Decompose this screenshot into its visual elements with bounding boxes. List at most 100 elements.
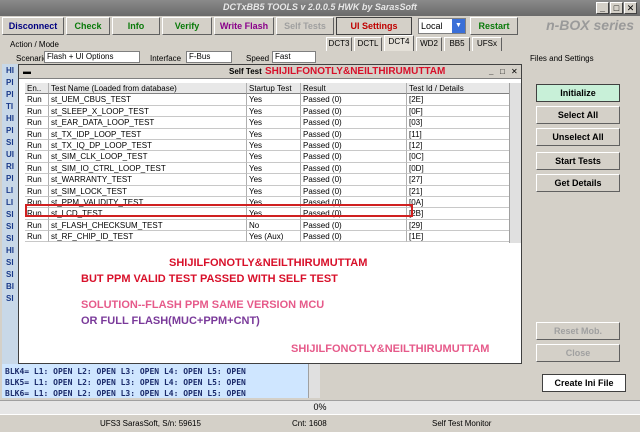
dialog-minimize-button[interactable]: _	[489, 65, 493, 78]
run-cell[interactable]: Run	[25, 105, 49, 118]
test-id-cell: [0C]	[407, 151, 519, 163]
test-id-cell: [2E]	[407, 94, 519, 106]
scenario-value: Flash + UI Options	[47, 52, 114, 61]
test-name-cell: st_TX_IQ_DP_LOOP_TEST	[49, 139, 247, 152]
start-tests-button[interactable]: Start Tests	[536, 152, 620, 170]
run-cell[interactable]: Run	[25, 162, 49, 175]
dialog-close-button[interactable]: ✕	[511, 65, 518, 78]
verify-button[interactable]: Verify	[162, 17, 212, 35]
get-details-button[interactable]: Get Details	[536, 174, 620, 192]
create-ini-file-button[interactable]: Create Ini File	[542, 374, 626, 392]
channel-label: LI	[6, 186, 14, 195]
test-name-cell: st_SIM_LOCK_TEST	[49, 185, 247, 197]
interface-select[interactable]: F-Bus	[186, 51, 232, 63]
speed-select[interactable]: Fast	[272, 51, 316, 63]
reset-mob-button[interactable]: Reset Mob.	[536, 322, 620, 340]
run-cell[interactable]: Run	[25, 219, 49, 232]
table-row[interactable]: Run st_EAR_DATA_LOOP_TEST Yes Passed (0) [03…	[25, 117, 519, 129]
status-monitor: Self Test Monitor	[432, 419, 492, 428]
column-header[interactable]: Startup Test	[247, 83, 301, 95]
table-scrollbar[interactable]	[509, 83, 521, 243]
table-row[interactable]: Run st_RF_CHIP_ID_TEST Yes (Aux) Passed (0)…	[25, 231, 519, 243]
run-cell[interactable]: Run	[25, 185, 49, 197]
dialog-menu-icon[interactable]: ▬	[23, 65, 31, 78]
column-header[interactable]: Test Name (Loaded from database)	[49, 83, 247, 95]
annotation-ppm-passed: BUT PPM VALID TEST PASSED WITH SELF TEST	[81, 273, 338, 285]
status-counter: Cnt: 1608	[292, 419, 327, 428]
initialize-button[interactable]: Initialize	[536, 84, 620, 102]
run-cell[interactable]: Run	[25, 231, 49, 243]
result-cell: Passed (0)	[301, 128, 407, 140]
table-row[interactable]: Run st_TX_IDP_LOOP_TEST Yes Passed (0) [11]	[25, 128, 519, 140]
result-cell: Passed (0)	[301, 94, 407, 106]
tab-dct3[interactable]: DCT3	[326, 37, 352, 51]
run-cell[interactable]: Run	[25, 128, 49, 140]
table-row[interactable]: Run st_SLEEP_X_LOOP_TEST Yes Passed (0) [0F]	[25, 105, 519, 118]
restart-button[interactable]: Restart	[470, 17, 518, 35]
tab-dctl[interactable]: DCTL	[354, 37, 382, 51]
tab-dct4[interactable]: DCT4	[384, 35, 414, 51]
test-name-cell: st_SIM_IO_CTRL_LOOP_TEST	[49, 162, 247, 175]
action-mode-header: Action / Mode	[10, 40, 59, 49]
column-header[interactable]: Test Id / Details	[407, 83, 519, 95]
log-line: BLK6= L1: OPEN L2: OPEN L3: OPEN L4: OPE…	[5, 389, 246, 398]
test-id-cell: [0A]	[407, 196, 519, 209]
log-line: BLK4= L1: OPEN L2: OPEN L3: OPEN L4: OPE…	[5, 367, 246, 376]
column-header[interactable]: En..	[25, 83, 49, 95]
window-title: DCTxBB5 TOOLS v 2.0.0.5 HWK by SarasSoft	[223, 2, 417, 12]
log-line: BLK5= L1: OPEN L2: OPEN L3: OPEN L4: OPE…	[5, 378, 246, 387]
result-cell: Passed (0)	[301, 231, 407, 243]
dialog-maximize-button[interactable]: □	[500, 65, 505, 78]
scenario-select[interactable]: Flash + UI Options	[44, 51, 140, 63]
result-cell: Passed (0)	[301, 151, 407, 163]
test-id-cell: [21]	[407, 185, 519, 197]
tab-ufsx[interactable]: UFSx	[472, 37, 502, 51]
table-row[interactable]: Run st_FLASH_CHECKSUM_TEST No Passed (0) [29…	[25, 219, 519, 232]
info-button[interactable]: Info	[112, 17, 160, 35]
progress-text: 0%	[313, 402, 327, 412]
test-id-cell: [0D]	[407, 162, 519, 175]
table-row[interactable]: Run st_UEM_CBUS_TEST Yes Passed (0) [2E]	[25, 94, 519, 106]
startup-cell: Yes	[247, 139, 301, 152]
minimize-button[interactable]: _	[596, 2, 609, 14]
close-button[interactable]: Close	[536, 344, 620, 362]
close-window-button[interactable]: ✕	[624, 2, 637, 14]
run-cell[interactable]: Run	[25, 94, 49, 106]
check-button[interactable]: Check	[66, 17, 110, 35]
disconnect-button[interactable]: Disconnect	[2, 17, 64, 35]
status-serial: UFS3 SarasSoft, S/n: 59615	[100, 419, 201, 428]
ui-settings-button[interactable]: UI Settings	[336, 17, 412, 35]
table-row[interactable]: Run st_TX_IQ_DP_LOOP_TEST Yes Passed (0) [12…	[25, 139, 519, 152]
channel-label: TI	[6, 102, 14, 111]
channel-label: SI	[6, 270, 14, 279]
run-cell[interactable]: Run	[25, 174, 49, 186]
maximize-button[interactable]: □	[610, 2, 623, 14]
unselect-all-button[interactable]: Unselect All	[536, 128, 620, 146]
tab-wd2[interactable]: WD2	[416, 37, 442, 51]
watermark-text: SHIJILFONOTLY&NEILTHIRUMUTTAM	[265, 66, 446, 77]
column-header[interactable]: Result	[301, 83, 407, 95]
channel-label: UI	[6, 150, 14, 159]
startup-cell: Yes	[247, 105, 301, 118]
write-flash-button[interactable]: Write Flash	[214, 17, 274, 35]
self-test-table: En.. Test Name (Loaded from database) St…	[25, 83, 519, 243]
channel-label: HI	[6, 114, 14, 123]
test-name-cell: st_UEM_CBUS_TEST	[49, 94, 247, 106]
table-row[interactable]: Run st_WARRANTY_TEST Yes Passed (0) [27]	[25, 174, 519, 186]
run-cell[interactable]: Run	[25, 139, 49, 152]
table-row[interactable]: Run st_SIM_LOCK_TEST Yes Passed (0) [21]	[25, 185, 519, 197]
table-row[interactable]: Run st_SIM_IO_CTRL_LOOP_TEST Yes Passed (0)…	[25, 162, 519, 175]
run-cell[interactable]: Run	[25, 117, 49, 129]
run-cell[interactable]: Run	[25, 151, 49, 163]
annotation-solution: SOLUTION--FLASH PPM SAME VERSION MCU	[81, 299, 325, 311]
startup-cell: Yes	[247, 94, 301, 106]
startup-cell: Yes	[247, 174, 301, 186]
log-scrollbar[interactable]	[308, 364, 320, 398]
startup-cell: Yes	[247, 185, 301, 197]
table-row[interactable]: Run st_SIM_CLK_LOOP_TEST Yes Passed (0) [0C]	[25, 151, 519, 163]
self-tests-button[interactable]: Self Tests	[276, 17, 334, 35]
interface-label: Interface	[150, 54, 182, 63]
tab-bb5[interactable]: BB5	[444, 37, 470, 51]
mode-select[interactable]: Local ▼	[418, 18, 466, 34]
select-all-button[interactable]: Select All	[536, 106, 620, 124]
